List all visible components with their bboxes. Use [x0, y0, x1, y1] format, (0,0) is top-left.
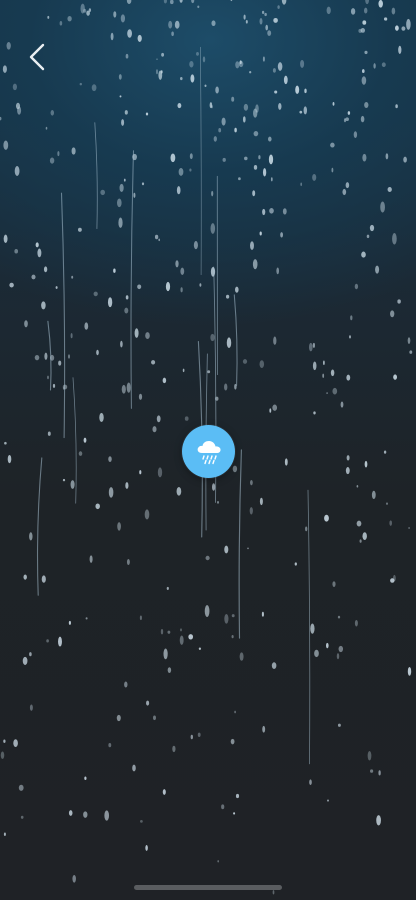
home-indicator[interactable]: [134, 885, 282, 890]
chevron-left-icon: [29, 43, 45, 71]
cloud-rain-icon: [197, 440, 221, 464]
rain-sound-play-button[interactable]: [182, 425, 235, 478]
rain-sound-screen: [0, 0, 416, 900]
back-button[interactable]: [22, 40, 54, 74]
